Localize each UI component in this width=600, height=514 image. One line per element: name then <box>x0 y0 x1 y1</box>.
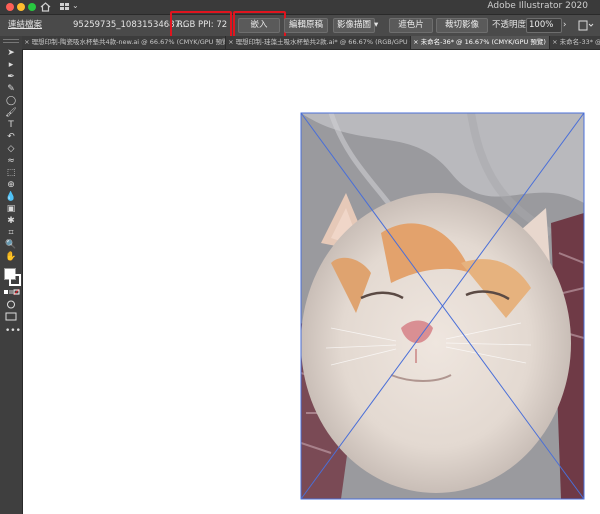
type-tool-icon[interactable]: T <box>5 120 17 131</box>
tab-document-1[interactable]: × 理想印制-陶瓷吸水杯墊共4款-new.ai @ 66.67% (CMYK/G… <box>22 36 226 49</box>
control-bar: 連結檔案 95259735_10831534687... RGB PPI: 72… <box>0 11 600 40</box>
paintbrush-tool-icon[interactable]: 🖌 <box>5 108 17 119</box>
symbol-sprayer-tool-icon[interactable]: ✱ <box>5 216 17 227</box>
color-mode-icons[interactable] <box>4 289 20 296</box>
rotate-tool-icon[interactable]: ↶ <box>5 132 17 143</box>
tab-label: 未命名-33* @ <box>559 38 600 46</box>
stroke-color-swatch[interactable] <box>9 274 21 286</box>
chevron-down-icon[interactable]: ⌄ <box>72 1 79 10</box>
eyedropper-tool-icon[interactable]: 💧 <box>5 192 17 203</box>
eraser-tool-icon[interactable]: ◇ <box>5 144 17 155</box>
tab-label: 未命名-36* @ 16.67% (CMYK/GPU 預覽) <box>420 38 546 46</box>
tools-panel: ➤ ▸ ✒ ✎ ◯ 🖌 T ↶ ◇ ≈ ⬚ ⊕ 💧 ▣ ✱ ⌗ 🔍 ✋ ••• <box>0 36 23 514</box>
mask-button[interactable]: 遮色片 <box>389 18 433 33</box>
artboard-tool-icon[interactable]: ⌗ <box>5 228 17 239</box>
draw-mode-icon[interactable] <box>6 300 16 309</box>
chevron-down-icon[interactable]: ▾ <box>374 19 378 32</box>
edit-original-button[interactable]: 編輯原稿 <box>284 18 328 33</box>
shape-builder-tool-icon[interactable]: ⊕ <box>5 180 17 191</box>
highlight-box-ppi <box>170 11 232 39</box>
close-window-button[interactable] <box>6 3 14 11</box>
tab-document-4[interactable]: × 未命名-33* @ <box>550 36 600 49</box>
pen-tool-icon[interactable]: ✒ <box>5 72 17 83</box>
document-setup-icon[interactable] <box>578 20 594 31</box>
tab-label: 理想印制-珪藻土吸水杯墊共2款.ai* @ 66.67% (RGB/GPU 預覽… <box>235 38 411 46</box>
zoom-window-button[interactable] <box>28 3 36 11</box>
tab-document-3[interactable]: × 未命名-36* @ 16.67% (CMYK/GPU 預覽) <box>411 36 550 49</box>
title-bar: ⌄ Adobe Illustrator 2020 <box>0 0 600 15</box>
more-tools-icon[interactable]: ••• <box>5 326 21 336</box>
blend-tool-icon[interactable]: ▣ <box>5 204 17 215</box>
chevron-right-icon[interactable]: › <box>563 19 566 32</box>
width-tool-icon[interactable]: ≈ <box>5 156 17 167</box>
opacity-label: 不透明度: <box>492 20 529 30</box>
image-trace-button[interactable]: 影像描圖 <box>333 18 375 33</box>
selection-tool-icon[interactable]: ➤ <box>5 48 17 59</box>
minimize-window-button[interactable] <box>17 3 25 11</box>
workspace-grid-icon[interactable] <box>60 3 71 11</box>
panel-grip[interactable] <box>3 39 19 43</box>
opacity-input[interactable]: 100% <box>526 18 562 33</box>
screen-mode-icon[interactable] <box>5 312 17 321</box>
linked-file-link[interactable]: 連結檔案 <box>8 19 42 32</box>
placed-image[interactable] <box>301 113 584 499</box>
tab-label: 理想印制-陶瓷吸水杯墊共4款-new.ai @ 66.67% (CMYK/GPU… <box>31 38 226 46</box>
tab-document-2[interactable]: × 理想印制-珪藻土吸水杯墊共2款.ai* @ 66.67% (RGB/GPU … <box>226 36 411 49</box>
document-tabs: × 理想印制-陶瓷吸水杯墊共4款-new.ai @ 66.67% (CMYK/G… <box>22 36 600 50</box>
crop-image-button[interactable]: 裁切影像 <box>436 18 488 33</box>
ellipse-tool-icon[interactable]: ◯ <box>5 96 17 107</box>
zoom-tool-icon[interactable]: 🔍 <box>5 240 17 251</box>
free-transform-tool-icon[interactable]: ⬚ <box>5 168 17 179</box>
app-title: Adobe Illustrator 2020 <box>487 1 588 11</box>
home-icon[interactable] <box>40 2 51 12</box>
cat-photo <box>301 113 584 499</box>
hand-tool-icon[interactable]: ✋ <box>5 252 17 263</box>
curvature-tool-icon[interactable]: ✎ <box>5 84 17 95</box>
direct-selection-tool-icon[interactable]: ▸ <box>5 60 17 71</box>
